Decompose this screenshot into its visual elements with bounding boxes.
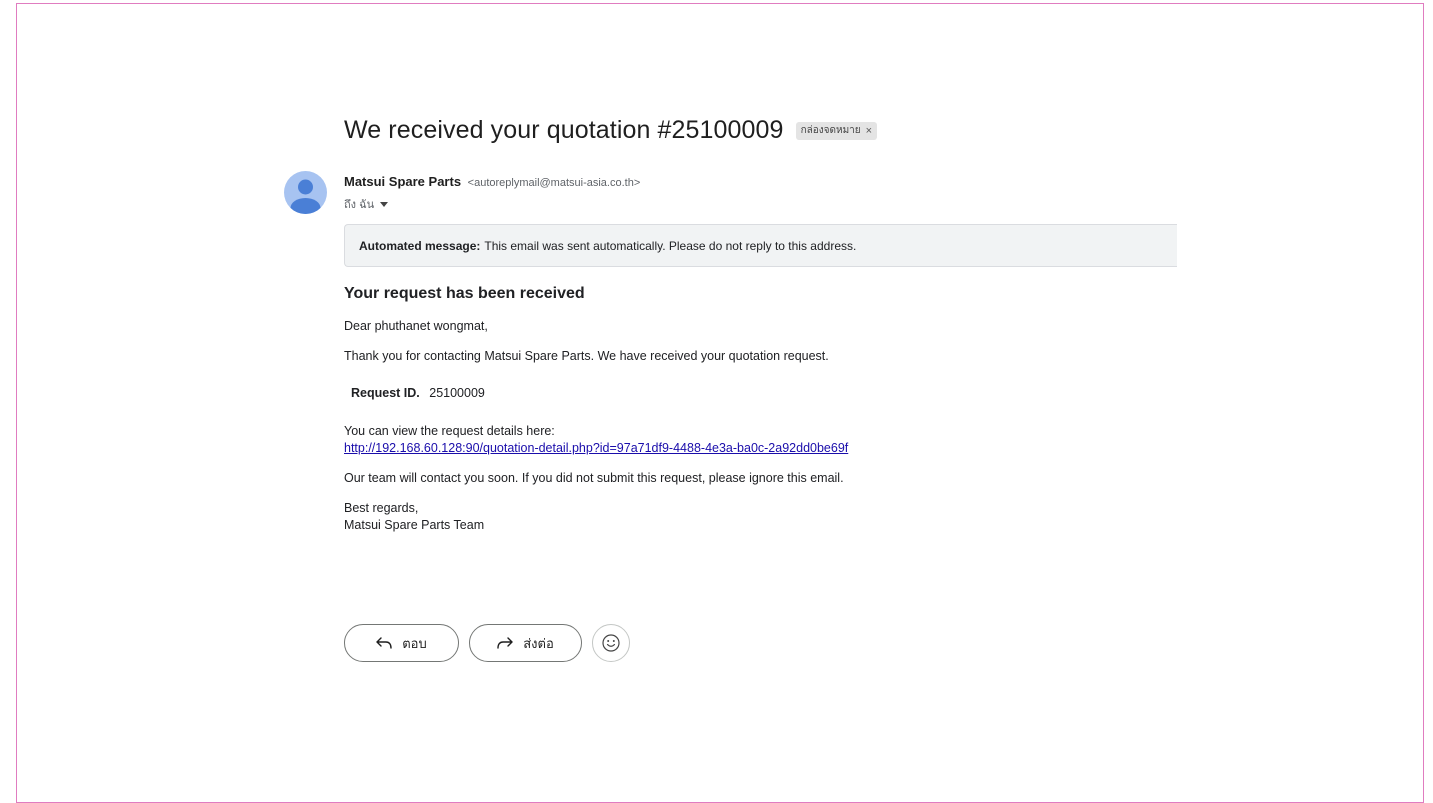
sender-row: Matsui Spare Parts <autoreplymail@matsui… (344, 174, 640, 189)
reply-label: ตอบ (402, 635, 427, 651)
email-actions: ตอบ ส่งต่อ (344, 624, 630, 662)
forward-label: ส่งต่อ (523, 635, 554, 651)
request-id-row: Request ID. 25100009 (351, 385, 1184, 402)
view-details-paragraph: You can view the request details here: h… (344, 423, 1184, 457)
contact-text: Our team will contact you soon. If you d… (344, 471, 844, 485)
email-body: Your request has been received Dear phut… (344, 283, 1184, 547)
notice-bold-label: Automated message: (359, 238, 481, 253)
signoff-text: Best regards, (344, 501, 419, 515)
smiley-icon (602, 634, 620, 652)
sender-email: <autoreplymail@matsui-asia.co.th> (467, 177, 641, 189)
thanks-text: Thank you for contacting Matsui Spare Pa… (344, 349, 829, 363)
emoji-reaction-button[interactable] (592, 624, 630, 662)
person-icon (290, 179, 321, 214)
request-id-value: 25100009 (429, 386, 485, 400)
automated-notice: Automated message: This email was sent a… (344, 224, 1177, 267)
chevron-down-icon[interactable] (380, 201, 389, 207)
body-heading: Your request has been received (344, 285, 585, 302)
sender-name[interactable]: Matsui Spare Parts (344, 174, 461, 189)
forward-arrow-icon (497, 637, 513, 649)
sender-avatar[interactable] (284, 171, 327, 214)
quotation-detail-link[interactable]: http://192.168.60.128:90/quotation-detai… (344, 441, 848, 455)
subject-row: We received your quotation #25100009 กล่… (344, 116, 878, 145)
recipient-text: ถึง ฉัน (344, 199, 375, 211)
remove-label-icon[interactable]: × (866, 125, 872, 137)
notice-text: This email was sent automatically. Pleas… (484, 238, 857, 253)
signoff-paragraph: Best regards, Matsui Spare Parts Team (344, 500, 1184, 534)
reply-button[interactable]: ตอบ (344, 624, 459, 662)
email-subject: We received your quotation #25100009 (344, 116, 784, 144)
request-id-label: Request ID. (351, 386, 420, 400)
greeting: Dear phuthanet wongmat, (344, 319, 488, 333)
team-signature: Matsui Spare Parts Team (344, 518, 485, 532)
view-details-text: You can view the request details here: (344, 424, 555, 438)
inbox-label-chip[interactable]: กล่องจดหมาย × (795, 121, 878, 140)
recipient-row[interactable]: ถึง ฉัน (344, 195, 389, 213)
reply-arrow-icon (376, 637, 392, 649)
forward-button[interactable]: ส่งต่อ (469, 624, 582, 662)
inbox-label-text: กล่องจดหมาย (800, 125, 861, 136)
